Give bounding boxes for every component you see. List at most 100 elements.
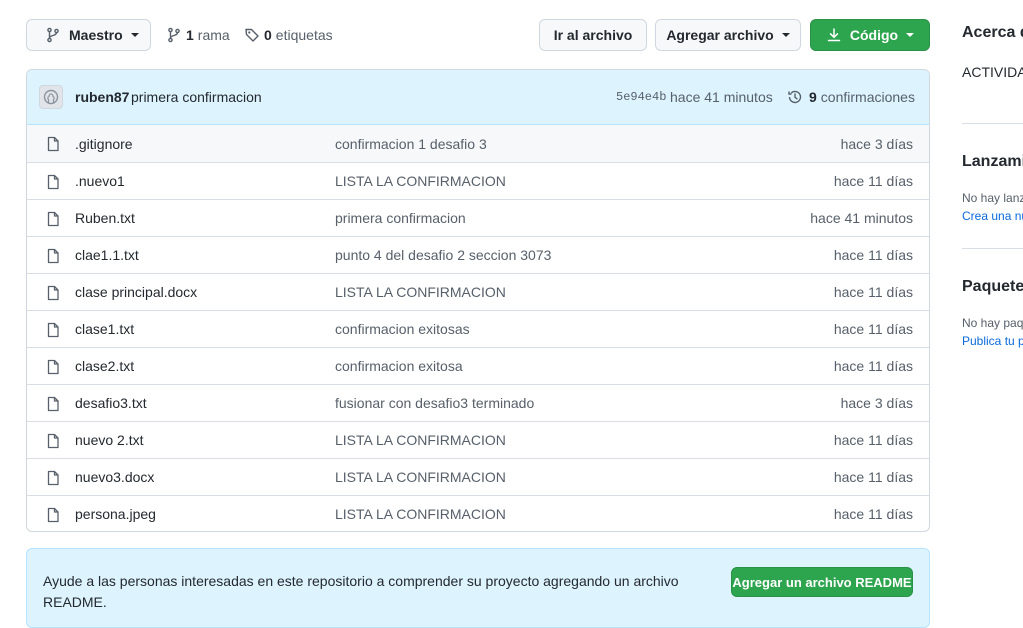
file-commit-age: hace 11 días	[833, 284, 913, 300]
file-name-link[interactable]: clase principal.docx	[75, 284, 197, 300]
file-name-link[interactable]: nuevo 2.txt	[75, 432, 144, 448]
table-row[interactable]: persona.jpeg LISTA LA CONFIRMACION hace 11…	[27, 495, 929, 531]
file-name-link[interactable]: clase1.txt	[75, 321, 134, 337]
github-mark-icon	[43, 89, 59, 105]
tags-link[interactable]: 0 etiquetas	[244, 27, 333, 43]
readme-banner: Ayude a las personas interesadas en este…	[26, 548, 930, 628]
code-button[interactable]: Código	[810, 19, 930, 51]
about-heading: Acerca d	[962, 24, 1023, 41]
add-readme-button[interactable]: Agregar un archivo README	[731, 567, 913, 597]
table-row[interactable]: clase2.txt confirmacion exitosa hace 11 dí…	[27, 347, 929, 384]
file-commit-age: hace 11 días	[833, 358, 913, 374]
table-row[interactable]: .nuevo1 LISTA LA CONFIRMACION hace 11 días	[27, 162, 929, 199]
file-name-link[interactable]: persona.jpeg	[75, 506, 156, 522]
history-icon	[788, 90, 802, 104]
latest-commit-bar: ruben87 primera confirmacion 5e94e4b hac…	[27, 70, 929, 125]
download-icon	[827, 28, 841, 42]
file-commit-message-link[interactable]: LISTA LA CONFIRMACION	[335, 432, 506, 448]
commit-sha[interactable]: 5e94e4b	[616, 90, 666, 104]
table-row[interactable]: nuevo 2.txt LISTA LA CONFIRMACION hace 11 …	[27, 421, 929, 458]
commit-author[interactable]: ruben87	[75, 89, 129, 105]
avatar[interactable]	[39, 85, 63, 109]
chevron-down-icon	[130, 33, 139, 37]
file-commit-message-link[interactable]: LISTA LA CONFIRMACION	[335, 284, 506, 300]
file-commit-age: hace 3 días	[840, 395, 913, 411]
file-commit-message-link[interactable]: LISTA LA CONFIRMACION	[335, 506, 506, 522]
goto-file-button[interactable]: Ir al archivo	[539, 19, 647, 51]
file-icon	[47, 433, 59, 449]
chevron-down-icon	[781, 33, 790, 37]
file-commit-message-link[interactable]: confirmacion exitosas	[335, 321, 470, 337]
file-commit-age: hace 11 días	[833, 321, 913, 337]
file-commit-message-link[interactable]: fusionar con desafio3 terminado	[335, 395, 534, 411]
branch-select-button[interactable]: Maestro	[26, 19, 151, 51]
file-icon	[47, 359, 59, 375]
file-list: ruben87 primera confirmacion 5e94e4b hac…	[26, 69, 930, 532]
table-row[interactable]: Ruben.txt primera confirmacion hace 41 min…	[27, 199, 929, 236]
branches-link[interactable]: 1 rama	[166, 27, 230, 43]
file-name-link[interactable]: .gitignore	[75, 136, 133, 152]
file-icon	[47, 248, 59, 264]
table-row[interactable]: .gitignore confirmacion 1 desafio 3 hace 3…	[27, 125, 929, 162]
releases-heading[interactable]: Lanzamie	[962, 153, 1023, 171]
about-description: ACTIVIDA	[962, 64, 1023, 80]
branch-select-label: Maestro	[69, 27, 123, 43]
file-commit-message-link[interactable]: confirmacion 1 desafio 3	[335, 136, 487, 152]
file-name-link[interactable]: Ruben.txt	[75, 210, 135, 226]
file-commit-message-link[interactable]: primera confirmacion	[335, 210, 466, 226]
commit-message[interactable]: primera confirmacion	[131, 89, 262, 105]
file-commit-age: hace 3 días	[840, 135, 913, 152]
file-commit-message-link[interactable]: punto 4 del desafio 2 seccion 3073	[335, 247, 551, 263]
table-row[interactable]: desafio3.txt fusionar con desafio3 termin…	[27, 384, 929, 421]
file-commit-age: hace 11 días	[833, 506, 913, 522]
file-commit-age: hace 11 días	[833, 469, 913, 485]
create-release-link[interactable]: Crea una nu	[962, 209, 1023, 223]
file-commit-age: hace 11 días	[833, 247, 913, 263]
packages-empty-text: No hay paq	[962, 316, 1023, 330]
file-name-link[interactable]: desafio3.txt	[75, 395, 147, 411]
tags-count: 0	[264, 27, 272, 43]
file-icon	[47, 174, 59, 190]
table-row[interactable]: nuevo3.docx LISTA LA CONFIRMACION hace 11 …	[27, 458, 929, 495]
file-commit-age: hace 11 días	[833, 432, 913, 448]
tag-icon	[245, 28, 259, 42]
file-icon	[47, 285, 59, 301]
commits-history-link[interactable]: 9 confirmaciones	[787, 89, 915, 105]
commits-count: 9	[809, 89, 817, 105]
file-commit-age: hace 41 minutos	[810, 210, 913, 226]
table-row[interactable]: clae1.1.txt punto 4 del desafio 2 seccion…	[27, 236, 929, 273]
sidebar-divider	[962, 123, 1023, 124]
table-row[interactable]: clase1.txt confirmacion exitosas hace 11 d…	[27, 310, 929, 347]
branches-count: 1	[186, 27, 194, 43]
goto-file-label: Ir al archivo	[553, 27, 633, 43]
git-branch-icon	[47, 27, 59, 43]
file-icon	[47, 211, 59, 227]
table-row[interactable]: clase principal.docx LISTA LA CONFIRMACIO…	[27, 273, 929, 310]
file-icon	[47, 396, 59, 412]
commits-count-label: confirmaciones	[820, 89, 915, 105]
file-commit-message-link[interactable]: LISTA LA CONFIRMACION	[335, 173, 506, 189]
file-name-link[interactable]: clae1.1.txt	[75, 247, 139, 263]
code-button-label: Código	[849, 27, 899, 43]
packages-heading[interactable]: Paquetes	[962, 278, 1023, 296]
sidebar-divider	[962, 248, 1023, 249]
add-file-label: Agregar archivo	[666, 27, 774, 43]
publish-package-link[interactable]: Publica tu p	[962, 334, 1023, 348]
add-readme-label: Agregar un archivo README	[732, 574, 912, 590]
readme-prompt-text: Ayude a las personas interesadas en este…	[43, 573, 679, 610]
tags-label: etiquetas	[275, 27, 333, 43]
releases-empty-text: No hay lanz	[962, 191, 1023, 205]
file-commit-age: hace 11 días	[833, 173, 913, 189]
add-file-button[interactable]: Agregar archivo	[655, 19, 801, 51]
file-rows: .gitignore confirmacion 1 desafio 3 hace 3…	[27, 125, 929, 531]
file-icon	[47, 470, 59, 486]
file-name-link[interactable]: .nuevo1	[75, 173, 125, 189]
commit-time: hace 41 minutos	[670, 89, 773, 105]
file-commit-message-link[interactable]: confirmacion exitosa	[335, 358, 463, 374]
file-icon	[47, 136, 59, 152]
file-commit-message-link[interactable]: LISTA LA CONFIRMACION	[335, 469, 506, 485]
file-name-link[interactable]: nuevo3.docx	[75, 469, 154, 485]
file-name-link[interactable]: clase2.txt	[75, 358, 134, 374]
git-branch-icon	[168, 27, 180, 43]
file-icon	[47, 507, 59, 523]
